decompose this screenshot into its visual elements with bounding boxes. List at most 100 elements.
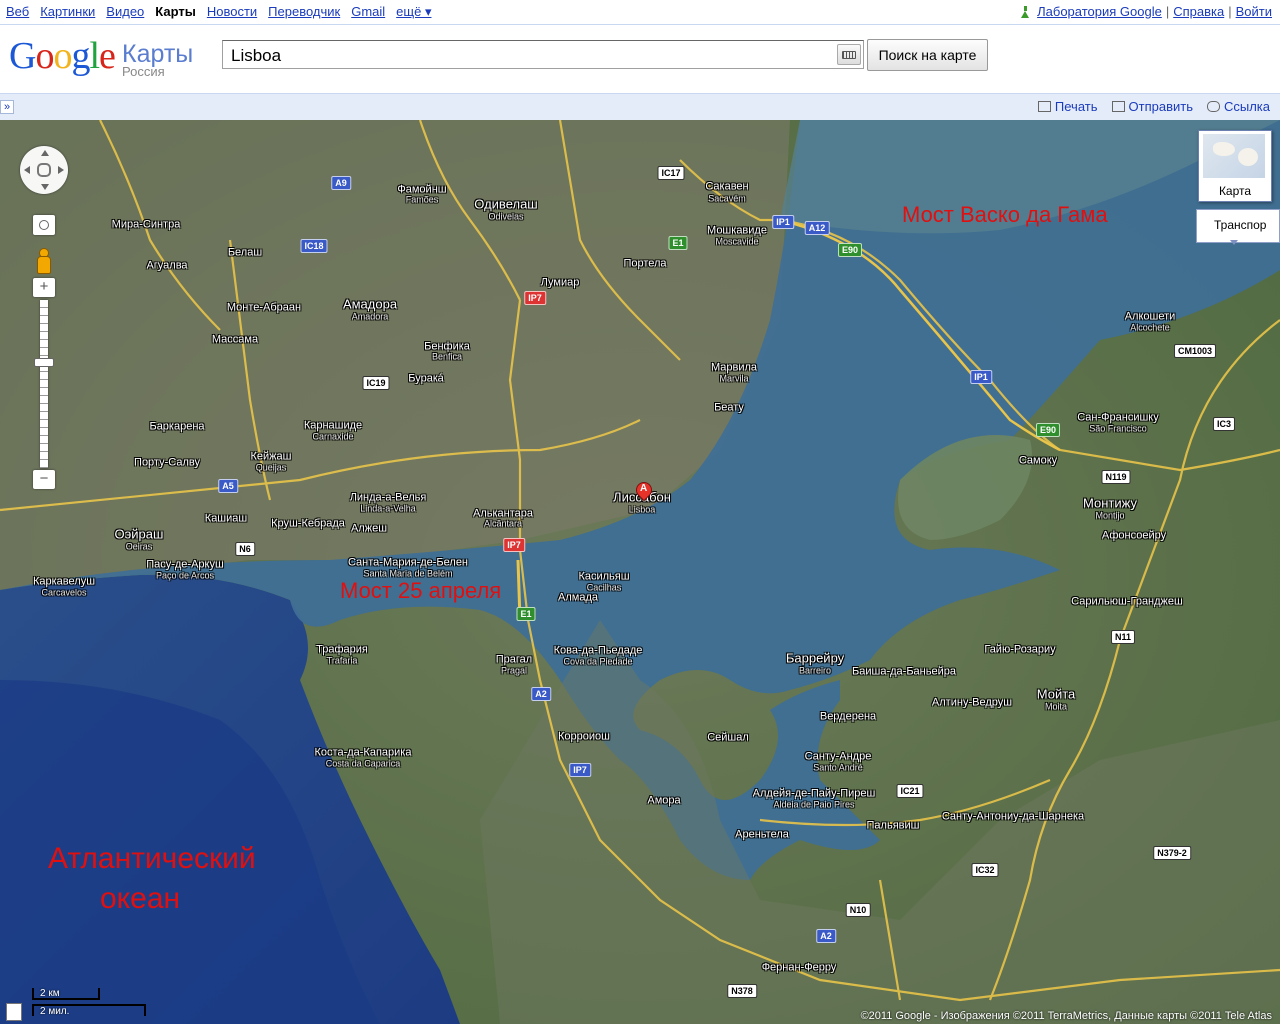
- labs-link[interactable]: Лаборатория Google: [1037, 4, 1162, 19]
- place-label: Linda-a-Velha: [360, 503, 416, 514]
- place-label: Круш-Кебрада: [271, 517, 345, 530]
- place-label: Trafaria: [326, 655, 358, 666]
- place-label: Ареньтела: [735, 828, 789, 841]
- nav-link-more[interactable]: ещё ▾: [396, 4, 431, 20]
- divider: [0, 24, 1280, 25]
- road-shield: E90: [1035, 423, 1061, 437]
- traffic-button[interactable]: Транспор: [1196, 209, 1280, 245]
- place-label: Агуалва: [146, 259, 188, 272]
- search-box: [222, 40, 864, 69]
- help-link[interactable]: Справка: [1173, 4, 1224, 19]
- google-logo[interactable]: Google: [9, 34, 116, 78]
- map-type-button[interactable]: Карта: [1198, 130, 1272, 202]
- place-label: Баркарена: [149, 420, 205, 433]
- place-label: Беату: [714, 401, 744, 414]
- place-label: Прагал: [495, 653, 533, 666]
- street-view-pegman-icon[interactable]: [36, 248, 51, 274]
- pan-down-icon[interactable]: [41, 184, 49, 190]
- pan-control[interactable]: [20, 146, 68, 194]
- zoom-out-button[interactable]: −: [33, 470, 55, 489]
- place-label: Алдейя-де-Пайу-Пиреш: [752, 787, 876, 800]
- place-label: Marvila: [719, 373, 749, 384]
- place-label: Мойта: [1036, 686, 1076, 702]
- place-label: Пасу-де-Аркуш: [146, 558, 224, 571]
- road-shield: IP7: [503, 538, 525, 552]
- send-label: Отправить: [1128, 99, 1193, 114]
- place-label: Queijas: [255, 462, 287, 473]
- road-shield: IC21: [896, 784, 924, 798]
- place-label: Сан-Франсишку: [1077, 411, 1159, 424]
- hand-icon: [37, 163, 51, 177]
- nav-link-web[interactable]: Веб: [6, 4, 29, 20]
- place-label: Carnaxide: [312, 431, 354, 442]
- link-link[interactable]: Ссылка: [1206, 99, 1270, 114]
- place-label: Odivelas: [488, 211, 524, 222]
- zoom-control: + −: [33, 278, 55, 489]
- place-label: Оэйраш: [114, 526, 164, 542]
- nav-link-video[interactable]: Видео: [106, 4, 144, 20]
- nav-link-images[interactable]: Картинки: [40, 4, 95, 20]
- place-label: Массама: [211, 333, 259, 346]
- place-label: Сакавен: [705, 180, 749, 193]
- sign-in-link[interactable]: Войти: [1236, 4, 1272, 19]
- chevron-down-icon: [1230, 240, 1238, 245]
- place-label: São Francisco: [1089, 423, 1147, 434]
- pan-left-icon[interactable]: [24, 166, 30, 174]
- place-label: Касильяш: [578, 570, 630, 583]
- place-label: Баиша-да-Баньейра: [852, 665, 956, 678]
- pan-right-icon[interactable]: [58, 166, 64, 174]
- overview-toggle-button[interactable]: [33, 215, 55, 235]
- place-label: Белаш: [227, 246, 263, 259]
- place-label: Марвила: [710, 361, 758, 374]
- place-label: Монтижу: [1083, 495, 1137, 511]
- search-input[interactable]: [229, 45, 833, 67]
- nav-link-news[interactable]: Новости: [207, 4, 257, 20]
- expand-panel-button[interactable]: »: [0, 100, 14, 114]
- road-shield: N10: [845, 903, 871, 917]
- road-shield: E90: [837, 243, 863, 257]
- nav-link-translate[interactable]: Переводчик: [268, 4, 340, 20]
- keyboard-icon[interactable]: [837, 44, 861, 65]
- place-label: Монте-Абраан: [226, 301, 302, 314]
- zoom-in-button[interactable]: +: [33, 278, 55, 297]
- printer-icon: [1037, 101, 1051, 112]
- envelope-icon: [1111, 101, 1125, 112]
- print-link[interactable]: Печать: [1037, 99, 1098, 114]
- place-label: Barreiro: [798, 665, 832, 676]
- scale-mi-label: 2 мил.: [40, 1006, 70, 1017]
- link-label: Ссылка: [1223, 99, 1270, 114]
- place-label: Sacavém: [708, 193, 746, 204]
- nav-link-gmail[interactable]: Gmail: [351, 4, 385, 20]
- nav-link-maps: Карты: [155, 4, 196, 19]
- send-link[interactable]: Отправить: [1111, 99, 1193, 114]
- road-shield: IC32: [971, 863, 999, 877]
- separator: |: [1165, 4, 1170, 19]
- place-label: Кова-да-Пьедаде: [553, 644, 643, 657]
- place-label: Санту-Антониу-да-Шарнека: [941, 810, 1085, 823]
- place-label: Carcavelos: [41, 587, 87, 598]
- place-label: Santo André: [813, 762, 863, 773]
- map-thumbnail: [1203, 134, 1265, 178]
- place-label: Карнашиде: [303, 419, 363, 432]
- place-label: Мира-Синтра: [111, 218, 181, 231]
- place-label: Кейжаш: [250, 450, 292, 463]
- zoom-slider-track[interactable]: [40, 300, 48, 468]
- annotation-ocean-2: океан: [100, 882, 181, 915]
- zoom-slider-thumb[interactable]: [34, 358, 54, 367]
- place-label: Порту-Салву: [134, 456, 200, 469]
- road-shield: CM1003: [1173, 344, 1217, 358]
- search-map-button[interactable]: Поиск на карте: [867, 39, 988, 71]
- separator: |: [1228, 4, 1232, 19]
- annotation-25-april-bridge: Мост 25 апреля: [340, 578, 502, 603]
- annotation-vasco-da-gama: Мост Васко да Гама: [902, 202, 1108, 227]
- map-canvas[interactable]: Одивелаш Odivelas Амадора Amadora Лиссаб…: [0, 120, 1280, 1024]
- map-toolbar: » Печать Отправить Ссылка: [0, 93, 1280, 120]
- place-label: Самоку: [1018, 454, 1058, 467]
- place-label: Санту-Андре: [804, 750, 872, 763]
- location-marker-icon[interactable]: A: [632, 478, 656, 506]
- place-label: Aldeia de Paio Pires: [773, 799, 855, 810]
- place-label: Pragal: [500, 665, 528, 676]
- place-label: Алжеш: [350, 522, 388, 535]
- pan-up-icon[interactable]: [41, 150, 49, 156]
- service-links: Веб Картинки Видео Карты Новости Перевод…: [6, 4, 431, 20]
